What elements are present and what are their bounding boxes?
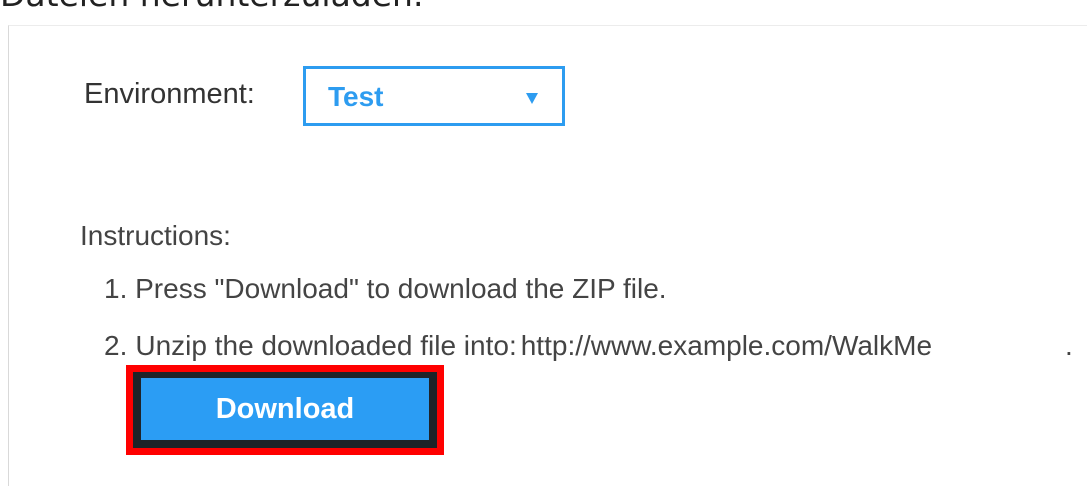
environment-selected-value: Test <box>328 81 384 112</box>
environment-label: Environment: <box>84 78 255 110</box>
instruction-step-2-url: http://www.example.com/WalkMe <box>520 330 933 361</box>
download-button-highlight: Download <box>126 365 444 455</box>
page-heading-fragment: Dateien herunterzuladen. <box>0 0 423 11</box>
download-button[interactable]: Download <box>141 378 429 440</box>
instruction-step-2-text: Unzip the downloaded file into: <box>135 330 517 361</box>
trailing-period: . <box>1065 330 1073 361</box>
instruction-step-1: 1. Press "Download" to download the ZIP … <box>104 273 667 304</box>
instruction-step-2: 2. Unzip the downloaded file into: http://… <box>104 330 932 362</box>
environment-select[interactable]: Test <box>303 66 565 126</box>
chevron-down-icon <box>526 93 538 104</box>
instructions-heading: Instructions: <box>80 220 231 251</box>
instruction-step-2-number: 2. <box>104 330 128 361</box>
